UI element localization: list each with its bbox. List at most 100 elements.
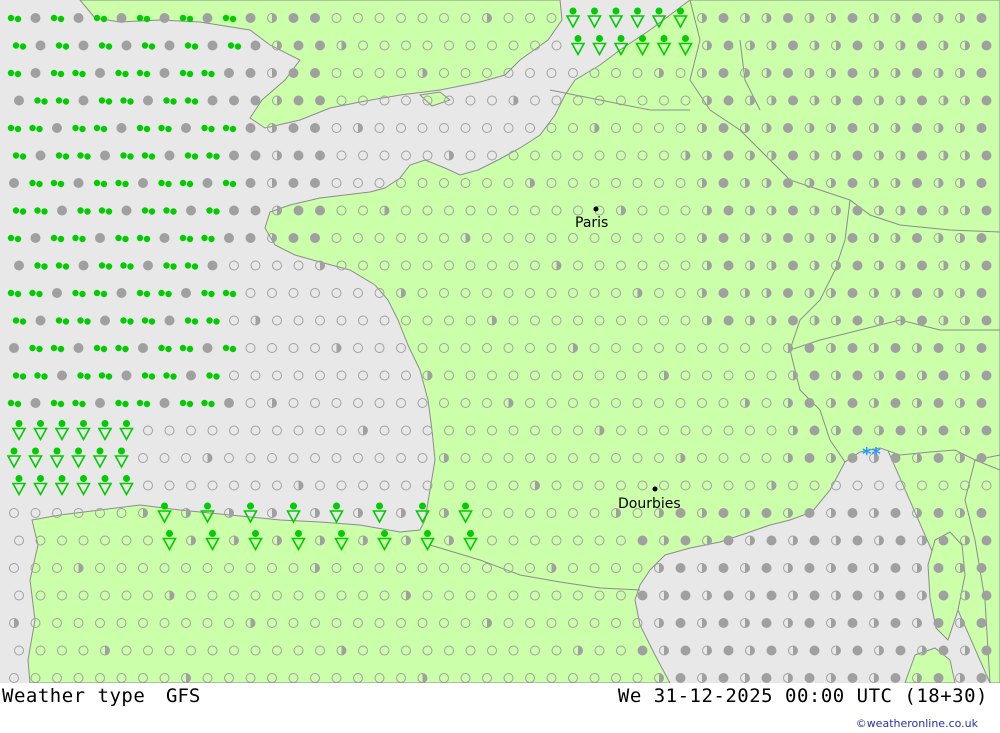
overcast-symbol <box>224 68 234 78</box>
rain-drop <box>122 345 129 353</box>
overcast-symbol <box>761 618 772 628</box>
overcast-symbol <box>895 425 906 436</box>
overcast-symbol <box>852 590 863 601</box>
overcast-symbol <box>912 123 922 133</box>
rain-drop <box>136 234 144 242</box>
shower-drop <box>247 502 254 510</box>
weather-map: ** Paris Dourbies <box>0 0 1000 683</box>
overcast-symbol <box>186 205 196 216</box>
overcast-symbol <box>981 425 992 436</box>
rain-drop <box>57 400 65 408</box>
overcast-symbol <box>976 13 987 23</box>
rain-drop <box>179 14 187 22</box>
shower-drop <box>252 530 259 537</box>
rain-drop <box>115 179 122 187</box>
overcast-symbol <box>637 590 648 601</box>
shower-drop <box>295 530 302 537</box>
rain-drop <box>72 399 79 407</box>
overcast-symbol <box>100 315 110 326</box>
rain-drop <box>62 98 70 105</box>
rain-drop <box>93 289 101 297</box>
credit-link[interactable]: ©weatheronline.co.uk <box>856 717 978 730</box>
shower-drop <box>80 475 87 482</box>
overcast-symbol <box>207 40 218 51</box>
rain-drop <box>163 372 170 379</box>
overcast-symbol <box>976 618 987 628</box>
shower-drop <box>204 502 211 510</box>
rain-drop <box>57 345 65 353</box>
overcast-symbol <box>181 288 191 298</box>
overcast-symbol <box>976 453 987 463</box>
rain-drop <box>222 14 230 22</box>
rain-drop <box>34 207 41 214</box>
overcast-symbol <box>250 40 261 51</box>
rain-drop <box>12 152 20 159</box>
rain-drop <box>19 153 27 160</box>
overcast-symbol <box>718 233 729 243</box>
shower-drop <box>612 7 620 15</box>
rain-drop <box>148 318 156 325</box>
rain-drop <box>186 235 194 243</box>
overcast-symbol <box>895 370 906 381</box>
rain-drop <box>141 42 149 49</box>
rain-drop <box>165 125 172 133</box>
overcast-symbol <box>890 508 901 518</box>
shower-drop <box>682 35 689 42</box>
overcast-symbol <box>288 233 299 243</box>
overcast-symbol <box>14 260 24 271</box>
overcast-symbol <box>847 453 858 463</box>
overcast-symbol <box>852 645 863 656</box>
rain-drop <box>201 69 208 77</box>
overcast-symbol <box>847 508 858 518</box>
shower-drop <box>101 475 109 482</box>
overcast-symbol <box>847 288 858 298</box>
rain-drop <box>79 235 86 243</box>
rain-drop <box>122 235 129 243</box>
overcast-symbol <box>121 205 132 216</box>
rain-drop <box>179 179 187 187</box>
shower-drop <box>467 530 474 537</box>
rain-drop <box>50 344 58 352</box>
rain-drop <box>141 317 149 324</box>
overcast-symbol <box>912 13 922 23</box>
overcast-symbol <box>804 618 815 628</box>
rain-drop <box>72 289 79 297</box>
overcast-symbol <box>890 618 901 628</box>
overcast-symbol <box>30 13 41 23</box>
shower-drop <box>381 530 388 537</box>
shower-drop <box>639 35 646 42</box>
rain-drop <box>105 208 113 215</box>
overcast-symbol <box>718 508 729 518</box>
overcast-symbol <box>912 288 922 298</box>
rain-drop <box>122 70 129 78</box>
rain-drop <box>148 208 156 215</box>
rain-drop <box>186 400 194 408</box>
rain-drop <box>14 235 22 243</box>
rain-drop <box>141 152 149 159</box>
overcast-symbol <box>933 508 944 518</box>
overcast-symbol <box>718 123 729 133</box>
overcast-symbol <box>766 590 777 601</box>
shower-drop <box>15 420 23 427</box>
overcast-symbol <box>680 535 691 546</box>
shower-drop <box>15 475 23 482</box>
rain-drop <box>41 208 48 215</box>
rain-drop <box>201 124 208 132</box>
rain-drop <box>186 70 194 78</box>
overcast-symbol <box>73 178 84 188</box>
overcast-symbol <box>159 68 170 78</box>
overcast-symbol <box>164 150 175 161</box>
overcast-symbol <box>675 563 686 573</box>
overcast-symbol <box>933 673 944 683</box>
rain-drop <box>55 262 63 269</box>
rain-drop <box>93 14 101 22</box>
rain-drop <box>79 400 86 408</box>
overcast-symbol <box>100 150 110 161</box>
overcast-symbol <box>78 40 89 51</box>
rain-drop <box>115 344 122 352</box>
rain-drop <box>213 373 220 380</box>
overcast-symbol <box>723 150 734 161</box>
rain-drop <box>7 69 15 77</box>
rain-drop <box>72 69 79 77</box>
overcast-symbol <box>852 205 863 216</box>
